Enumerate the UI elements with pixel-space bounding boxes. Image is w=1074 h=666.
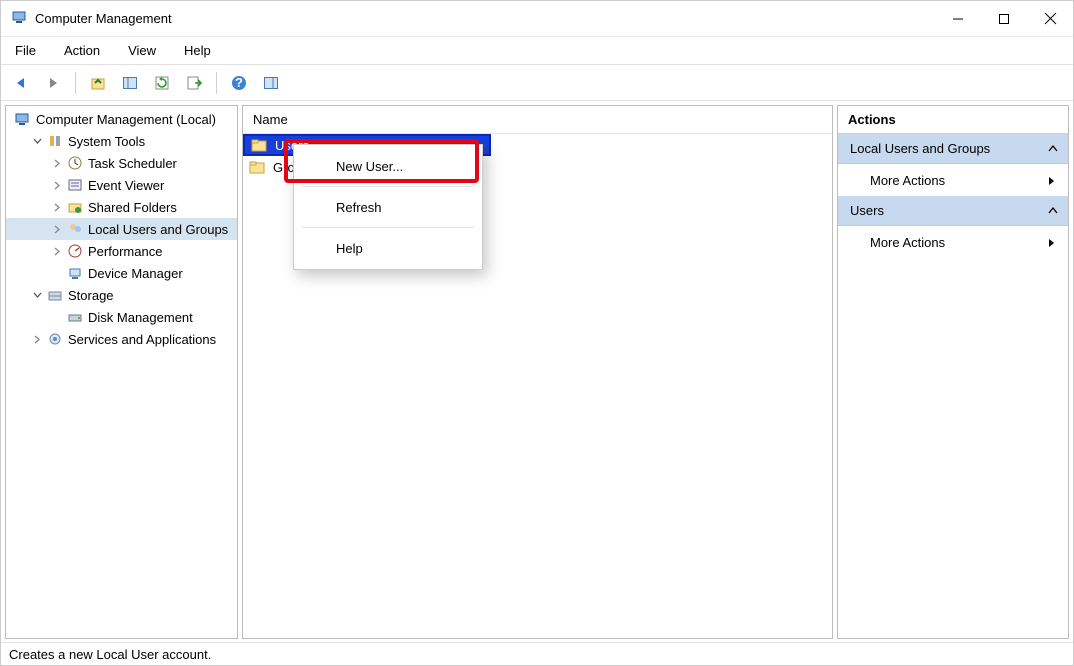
users-groups-icon <box>66 222 84 236</box>
menu-file[interactable]: File <box>11 41 40 60</box>
chevron-right-icon <box>1048 236 1056 251</box>
actions-more-actions-1[interactable]: More Actions <box>838 164 1068 196</box>
context-menu-help[interactable]: Help <box>294 231 482 265</box>
toolbar-separator <box>75 72 76 94</box>
actions-group-label: Users <box>850 203 884 218</box>
chevron-right-icon[interactable] <box>50 200 64 214</box>
svg-text:?: ? <box>235 75 243 90</box>
tree-label: Task Scheduler <box>88 156 177 171</box>
app-icon <box>11 9 27 28</box>
menu-item-label: New User... <box>336 159 403 174</box>
performance-icon <box>66 244 84 258</box>
tree-label: Event Viewer <box>88 178 164 193</box>
tree-label: Shared Folders <box>88 200 177 215</box>
storage-icon <box>46 288 64 302</box>
export-list-button[interactable] <box>180 69 208 97</box>
tree-label: Computer Management (Local) <box>36 112 216 127</box>
menu-view[interactable]: View <box>124 41 160 60</box>
status-text: Creates a new Local User account. <box>9 647 211 662</box>
actions-link-label: More Actions <box>870 235 945 250</box>
tree-label: Disk Management <box>88 310 193 325</box>
chevron-right-icon[interactable] <box>30 332 44 346</box>
maximize-button[interactable] <box>981 2 1027 36</box>
folder-icon <box>249 160 267 174</box>
console-tree-pane[interactable]: Computer Management (Local) System Tools… <box>5 105 238 639</box>
refresh-button[interactable] <box>148 69 176 97</box>
tree-event-viewer[interactable]: Event Viewer <box>6 174 237 196</box>
spacer <box>50 266 64 280</box>
tree-performance[interactable]: Performance <box>6 240 237 262</box>
chevron-right-icon <box>1048 174 1056 189</box>
context-menu: New User... Refresh Help <box>293 144 483 270</box>
menubar: File Action View Help <box>1 37 1073 65</box>
tree-label: Device Manager <box>88 266 183 281</box>
result-list-pane[interactable]: Name Users Groups New User... <box>242 105 833 639</box>
actions-group-local-users[interactable]: Local Users and Groups <box>838 134 1068 164</box>
actions-group-users[interactable]: Users <box>838 196 1068 226</box>
actions-pane: Actions Local Users and Groups More Acti… <box>837 105 1069 639</box>
main-content: Computer Management (Local) System Tools… <box>1 101 1073 643</box>
services-icon <box>46 332 64 346</box>
tools-icon <box>46 134 64 148</box>
actions-more-actions-2[interactable]: More Actions <box>838 226 1068 258</box>
menu-help[interactable]: Help <box>180 41 215 60</box>
minimize-button[interactable] <box>935 2 981 36</box>
chevron-down-icon[interactable] <box>30 288 44 302</box>
tree-device-manager[interactable]: Device Manager <box>6 262 237 284</box>
show-hide-action-pane-button[interactable] <box>257 69 285 97</box>
help-button[interactable]: ? <box>225 69 253 97</box>
shared-folders-icon <box>66 200 84 214</box>
computer-management-window: Computer Management File Action View Hel… <box>0 0 1074 666</box>
up-button[interactable] <box>84 69 112 97</box>
column-label: Name <box>253 112 288 127</box>
toolbar-separator <box>216 72 217 94</box>
tree-label: Services and Applications <box>68 332 216 347</box>
computer-management-icon <box>14 112 32 126</box>
chevron-right-icon[interactable] <box>50 222 64 236</box>
device-manager-icon <box>66 266 84 280</box>
event-viewer-icon <box>66 178 84 192</box>
tree-task-scheduler[interactable]: Task Scheduler <box>6 152 237 174</box>
folder-icon <box>251 138 269 152</box>
forward-button[interactable] <box>39 69 67 97</box>
disk-management-icon <box>66 310 84 324</box>
spacer <box>50 310 64 324</box>
tree-root[interactable]: Computer Management (Local) <box>6 108 237 130</box>
tree-local-users-and-groups[interactable]: Local Users and Groups <box>6 218 237 240</box>
chevron-right-icon[interactable] <box>50 156 64 170</box>
menu-separator <box>302 186 474 187</box>
window-title: Computer Management <box>35 11 172 26</box>
back-button[interactable] <box>7 69 35 97</box>
actions-group-label: Local Users and Groups <box>850 141 990 156</box>
tree-label: Local Users and Groups <box>88 222 228 237</box>
collapse-icon[interactable] <box>1048 204 1058 219</box>
column-header-name[interactable]: Name <box>243 106 832 134</box>
chevron-down-icon[interactable] <box>30 134 44 148</box>
toolbar: ? <box>1 65 1073 101</box>
status-bar: Creates a new Local User account. <box>1 643 1073 665</box>
titlebar: Computer Management <box>1 1 1073 37</box>
collapse-icon[interactable] <box>1048 142 1058 157</box>
actions-link-label: More Actions <box>870 173 945 188</box>
tree-label: Storage <box>68 288 114 303</box>
clock-icon <box>66 156 84 170</box>
context-menu-refresh[interactable]: Refresh <box>294 190 482 224</box>
tree-system-tools[interactable]: System Tools <box>6 130 237 152</box>
chevron-right-icon[interactable] <box>50 178 64 192</box>
close-button[interactable] <box>1027 2 1073 36</box>
menu-action[interactable]: Action <box>60 41 104 60</box>
show-hide-console-tree-button[interactable] <box>116 69 144 97</box>
menu-item-label: Refresh <box>336 200 382 215</box>
tree-disk-management[interactable]: Disk Management <box>6 306 237 328</box>
tree-services-applications[interactable]: Services and Applications <box>6 328 237 350</box>
actions-title: Actions <box>838 106 1068 134</box>
menu-separator <box>302 227 474 228</box>
tree-storage[interactable]: Storage <box>6 284 237 306</box>
chevron-right-icon[interactable] <box>50 244 64 258</box>
tree-label: Performance <box>88 244 162 259</box>
menu-item-label: Help <box>336 241 363 256</box>
tree-shared-folders[interactable]: Shared Folders <box>6 196 237 218</box>
context-menu-new-user[interactable]: New User... <box>294 149 482 183</box>
tree-label: System Tools <box>68 134 145 149</box>
